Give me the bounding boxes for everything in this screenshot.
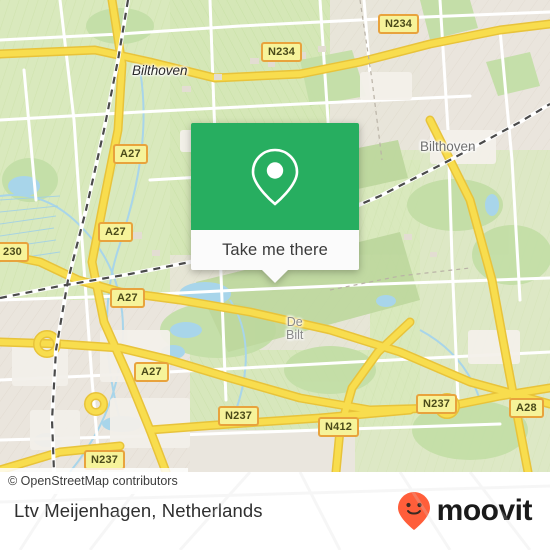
moovit-brand[interactable]: moovit [397, 491, 533, 531]
card-action-label: Take me there [222, 240, 328, 259]
attribution-text: © OpenStreetMap contributors [8, 474, 178, 488]
map-screenshot: Bilthoven Bilthoven De Bilt N234 N234 A27 A2… [0, 0, 550, 550]
card-icon-area [191, 123, 359, 230]
map-attribution[interactable]: © OpenStreetMap contributors [0, 468, 188, 494]
map-pin-icon [251, 148, 299, 206]
page-title: Ltv Meijenhagen, Netherlands [14, 500, 263, 521]
card-pointer-tail [261, 269, 289, 283]
moovit-wordmark: moovit [436, 494, 533, 527]
card-action-area[interactable]: Take me there [191, 230, 359, 283]
moovit-pin-icon [397, 492, 430, 530]
take-me-there-card[interactable]: Take me there [191, 123, 359, 283]
